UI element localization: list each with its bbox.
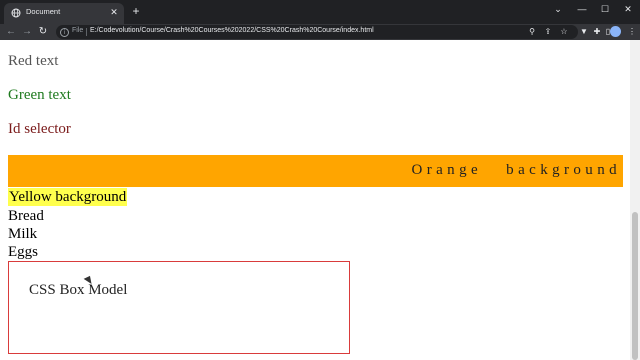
forward-button[interactable]: → bbox=[20, 25, 34, 39]
tab-document[interactable]: Document ✕ bbox=[4, 3, 124, 24]
url-text[interactable]: E:/Codevolution/Course/Crash%20Courses%2… bbox=[90, 27, 374, 34]
profile-avatar[interactable] bbox=[610, 26, 621, 37]
orange-background-block: Orange background bbox=[8, 155, 623, 187]
info-icon[interactable]: i bbox=[60, 28, 69, 37]
back-button[interactable]: ← bbox=[4, 25, 18, 39]
box-text: CSS Box Model bbox=[29, 282, 128, 298]
url-scheme: File bbox=[72, 27, 84, 34]
tab-search-icon[interactable]: ⌄ bbox=[550, 3, 566, 15]
url-divider bbox=[86, 28, 87, 36]
menu-icon[interactable]: ⋮ bbox=[626, 25, 638, 39]
list-item: Eggs bbox=[8, 244, 38, 260]
zoom-icon[interactable]: ⚲ bbox=[526, 26, 538, 38]
address-bar[interactable]: i File E:/Codevolution/Course/Crash%20Co… bbox=[56, 25, 578, 39]
scrollbar-thumb[interactable] bbox=[632, 212, 638, 360]
red-text-paragraph: Red text bbox=[8, 53, 59, 69]
new-tab-button[interactable]: + bbox=[129, 4, 143, 18]
list-item: Milk bbox=[8, 226, 38, 242]
maximize-button[interactable]: ☐ bbox=[597, 3, 613, 15]
tab-strip: Document ✕ + ⌄ — ☐ ✕ bbox=[0, 0, 640, 24]
share-icon[interactable]: ⇪ bbox=[542, 26, 554, 38]
reload-button[interactable]: ↻ bbox=[36, 25, 50, 39]
browser-toolbar: ← → ↻ i File E:/Codevolution/Course/Cras… bbox=[0, 24, 640, 40]
vertical-scrollbar[interactable] bbox=[630, 40, 640, 360]
minimize-button[interactable]: — bbox=[574, 3, 590, 15]
id-selector-paragraph: Id selector bbox=[8, 121, 71, 137]
bookmark-star-icon[interactable]: ☆ bbox=[558, 26, 570, 38]
orange-background-text: Orange background bbox=[411, 162, 621, 178]
close-window-button[interactable]: ✕ bbox=[620, 3, 636, 15]
yellow-background-text: Yellow background bbox=[8, 188, 128, 206]
globe-icon bbox=[11, 8, 21, 18]
tab-title: Document bbox=[26, 7, 61, 16]
extension-icon[interactable]: ▼ bbox=[578, 25, 590, 39]
css-box-model-box: CSS Box Model bbox=[8, 261, 350, 354]
list-item: Bread bbox=[8, 208, 44, 224]
tab-close-icon[interactable]: ✕ bbox=[108, 5, 120, 19]
page-viewport: Red text Green text Id selector Orange b… bbox=[0, 40, 630, 360]
green-text-paragraph: Green text bbox=[8, 87, 71, 103]
